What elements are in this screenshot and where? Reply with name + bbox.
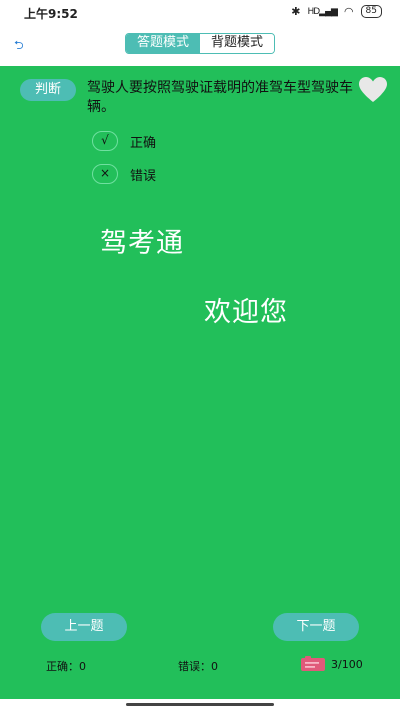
- question-text: 驾驶人要按照驾驶证载明的准驾车型驾驶车辆。: [87, 80, 353, 115]
- signal-label: HD: [307, 6, 320, 17]
- option-correct[interactable]: √ 正确: [92, 131, 156, 151]
- splash-title: 驾考通: [100, 228, 184, 259]
- question-type-badge: 判断: [20, 79, 76, 101]
- top-bar: ⮌ 答题模式 背题模式: [0, 26, 400, 66]
- question-progress: 3/100: [331, 658, 363, 671]
- answer-mode-tab[interactable]: 答题模式: [126, 34, 200, 53]
- status-icons: ✱ HD▂▄▆ ◠ 85: [291, 5, 382, 18]
- option-mark: ×: [92, 164, 118, 184]
- back-icon[interactable]: ⮌: [14, 35, 34, 55]
- option-wrong[interactable]: × 错误: [92, 164, 156, 184]
- home-indicator: [126, 703, 274, 706]
- wrong-count: 错误：0: [178, 660, 218, 673]
- question-area: 判断 驾驶人要按照驾驶证载明的准驾车型驾驶车辆。 √ 正确 × 错误 驾考通 欢…: [0, 66, 400, 699]
- option-mark: √: [92, 131, 118, 151]
- battery-level: 85: [365, 6, 377, 16]
- heart-icon[interactable]: [358, 76, 388, 104]
- option-label: 正确: [130, 135, 157, 151]
- prev-question-button[interactable]: 上一题: [41, 613, 127, 641]
- splash-welcome: 欢迎您: [204, 297, 288, 328]
- status-time: 上午9:52: [24, 7, 78, 21]
- next-question-button[interactable]: 下一题: [273, 613, 359, 641]
- bluetooth-icon: ✱: [291, 5, 301, 18]
- answer-card-icon[interactable]: [299, 655, 329, 673]
- option-label: 错误: [130, 168, 157, 184]
- status-bar: 上午9:52 ✱ HD▂▄▆ ◠ 85: [0, 0, 400, 26]
- battery-icon: 85: [360, 5, 382, 18]
- recite-mode-tab[interactable]: 背题模式: [200, 34, 274, 53]
- mode-toggle: 答题模式 背题模式: [125, 33, 275, 54]
- signal-icon: HD▂▄▆: [307, 6, 337, 17]
- wifi-icon: ◠: [343, 5, 354, 18]
- correct-count: 正确：0: [46, 660, 86, 673]
